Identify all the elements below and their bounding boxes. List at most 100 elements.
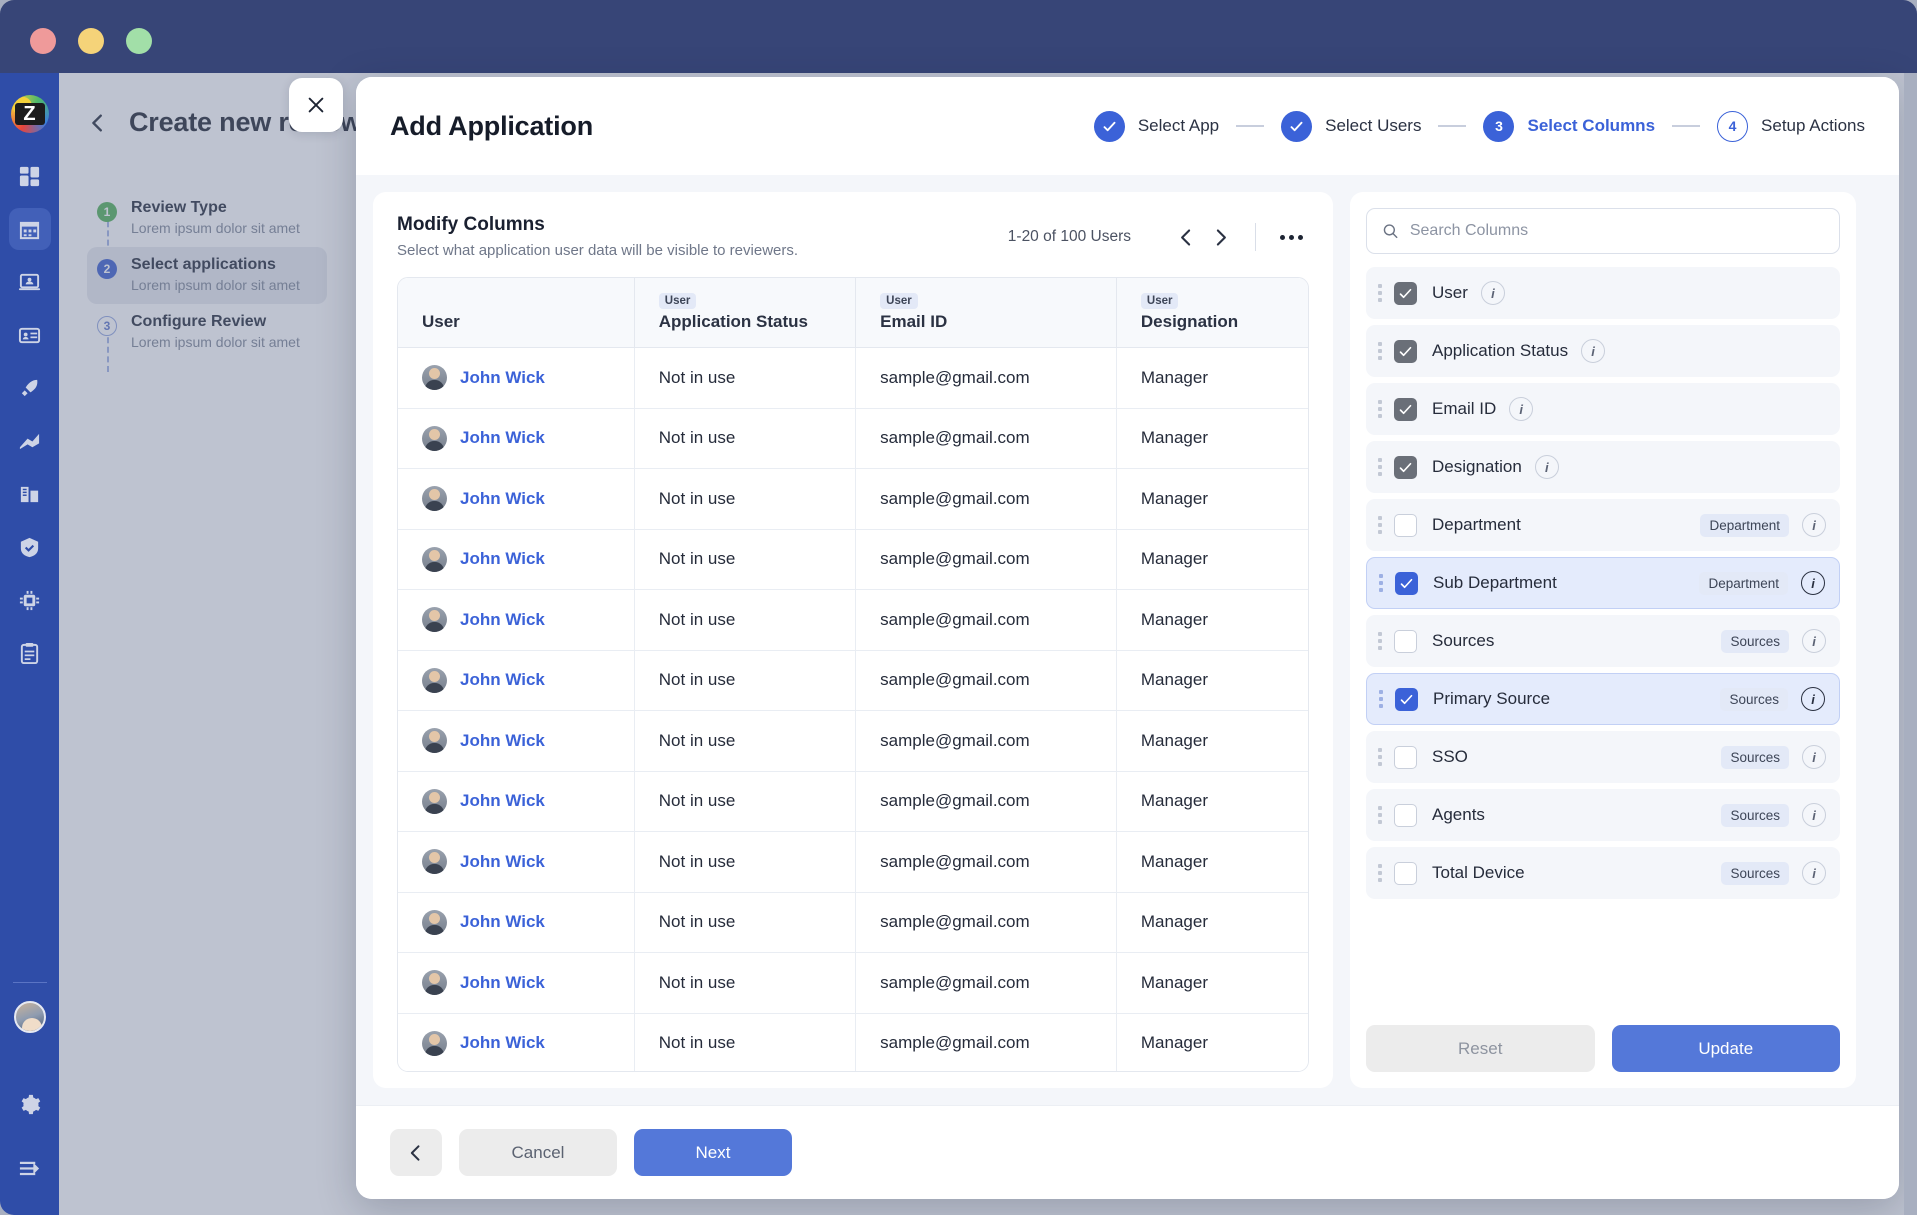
stepper-item-select-users[interactable]: Select Users — [1281, 110, 1421, 142]
cancel-button[interactable]: Cancel — [459, 1129, 617, 1176]
column-list-item[interactable]: Total Device Sources i — [1366, 847, 1840, 899]
info-icon[interactable]: i — [1581, 339, 1606, 363]
table-row[interactable]: John Wick Not in use sample@gmail.com Manag… — [398, 771, 1308, 832]
user-name-link[interactable]: John Wick — [460, 731, 545, 751]
column-checkbox[interactable] — [1394, 745, 1417, 769]
maximize-window-button[interactable] — [126, 28, 152, 54]
more-options-button[interactable] — [1274, 234, 1309, 240]
drag-handle-icon[interactable] — [1379, 690, 1383, 708]
column-list-item[interactable]: Sources Sources i — [1366, 615, 1840, 667]
info-icon[interactable]: i — [1534, 455, 1559, 479]
info-icon[interactable]: i — [1509, 397, 1534, 421]
info-icon[interactable]: i — [1802, 745, 1826, 769]
sidebar-item-organization[interactable] — [9, 473, 51, 515]
column-checkbox[interactable] — [1394, 397, 1417, 421]
user-name-link[interactable]: John Wick — [460, 973, 545, 993]
info-icon[interactable]: i — [1801, 687, 1825, 711]
minimize-window-button[interactable] — [78, 28, 104, 54]
column-checkbox[interactable] — [1395, 687, 1418, 711]
sidebar-item-reviews[interactable] — [9, 632, 51, 674]
search-columns-input[interactable] — [1409, 222, 1824, 240]
sidebar-item-launch[interactable] — [9, 367, 51, 409]
column-checkbox[interactable] — [1394, 803, 1417, 827]
table-row[interactable]: John Wick Not in use sample@gmail.com Manag… — [398, 710, 1308, 772]
reset-button[interactable]: Reset — [1366, 1025, 1595, 1072]
stepper-item-select-columns[interactable]: 3 Select Columns — [1483, 110, 1655, 142]
table-row[interactable]: John Wick Not in use sample@gmail.com Manag… — [398, 408, 1308, 469]
column-header-application-status[interactable]: User Application Status — [633, 278, 856, 348]
close-modal-button[interactable] — [289, 78, 343, 132]
user-name-link[interactable]: John Wick — [460, 1033, 545, 1053]
info-icon[interactable]: i — [1802, 513, 1826, 537]
drag-handle-icon[interactable] — [1378, 400, 1382, 418]
sidebar-item-automation[interactable] — [9, 420, 51, 462]
user-name-link[interactable]: John Wick — [460, 549, 545, 569]
user-name-link[interactable]: John Wick — [460, 791, 545, 811]
column-checkbox[interactable] — [1394, 513, 1417, 537]
table-row[interactable]: John Wick Not in use sample@gmail.com Manag… — [398, 650, 1308, 711]
stepper-item-select-app[interactable]: Select App — [1093, 110, 1219, 142]
search-columns-box[interactable] — [1366, 208, 1840, 254]
column-list[interactable]: User i Application Status i Email ID i Designa… — [1366, 267, 1840, 1011]
next-page-button[interactable] — [1203, 220, 1237, 254]
info-icon[interactable]: i — [1802, 629, 1826, 653]
avatar[interactable] — [13, 1001, 46, 1033]
column-list-item[interactable]: Email ID i — [1366, 383, 1840, 435]
column-checkbox[interactable] — [1394, 281, 1417, 305]
stepper-item-setup-actions[interactable]: 4 Setup Actions — [1717, 110, 1865, 142]
sidebar-item-dashboard[interactable] — [9, 155, 51, 197]
column-checkbox[interactable] — [1394, 339, 1417, 363]
user-name-link[interactable]: John Wick — [460, 852, 545, 872]
collapse-icon[interactable] — [9, 1147, 51, 1189]
column-checkbox[interactable] — [1395, 571, 1418, 595]
table-row[interactable]: John Wick Not in use sample@gmail.com Manag… — [398, 1013, 1308, 1071]
column-list-item[interactable]: Department Department i — [1366, 499, 1840, 551]
drag-handle-icon[interactable] — [1378, 458, 1382, 476]
column-list-item[interactable]: Designation i — [1366, 441, 1840, 493]
column-header-designation[interactable]: User Designation — [1115, 278, 1308, 348]
column-header-user[interactable]: User — [398, 278, 635, 348]
user-name-link[interactable]: John Wick — [460, 610, 545, 630]
table-row[interactable]: John Wick Not in use sample@gmail.com Manag… — [398, 952, 1308, 1014]
sidebar-item-security[interactable] — [9, 526, 51, 568]
drag-handle-icon[interactable] — [1378, 284, 1382, 302]
drag-handle-icon[interactable] — [1378, 806, 1382, 824]
table-row[interactable]: John Wick Not in use sample@gmail.com Manag… — [398, 892, 1308, 953]
close-window-button[interactable] — [30, 28, 56, 54]
drag-handle-icon[interactable] — [1378, 632, 1382, 650]
table-row[interactable]: John Wick Not in use sample@gmail.com Manag… — [398, 468, 1308, 530]
drag-handle-icon[interactable] — [1378, 516, 1382, 534]
column-checkbox[interactable] — [1394, 455, 1417, 479]
column-list-item[interactable]: Sub Department Department i — [1366, 557, 1840, 609]
table-row[interactable]: John Wick Not in use sample@gmail.com Manag… — [398, 529, 1308, 590]
table-row[interactable]: John Wick Not in use sample@gmail.com Manag… — [398, 589, 1308, 651]
info-icon[interactable]: i — [1801, 571, 1825, 595]
column-checkbox[interactable] — [1394, 629, 1417, 653]
info-icon[interactable]: i — [1480, 281, 1505, 305]
window-scrollbar[interactable] — [1904, 73, 1917, 1215]
sidebar-item-identity[interactable] — [9, 314, 51, 356]
column-list-item[interactable]: SSO Sources i — [1366, 731, 1840, 783]
app-logo[interactable] — [10, 95, 49, 133]
user-name-link[interactable]: John Wick — [460, 912, 545, 932]
column-header-email-id[interactable]: User Email ID — [855, 278, 1117, 348]
next-button[interactable]: Next — [634, 1129, 792, 1176]
drag-handle-icon[interactable] — [1379, 574, 1383, 592]
user-name-link[interactable]: John Wick — [460, 368, 545, 388]
column-list-item[interactable]: Agents Sources i — [1366, 789, 1840, 841]
column-list-item[interactable]: Application Status i — [1366, 325, 1840, 377]
drag-handle-icon[interactable] — [1378, 342, 1382, 360]
info-icon[interactable]: i — [1802, 803, 1826, 827]
footer-back-button[interactable] — [390, 1129, 442, 1176]
update-button[interactable]: Update — [1611, 1025, 1840, 1072]
user-name-link[interactable]: John Wick — [460, 670, 545, 690]
gear-icon[interactable] — [9, 1083, 51, 1125]
table-row[interactable]: John Wick Not in use sample@gmail.com Manag… — [398, 831, 1308, 893]
sidebar-item-integrations[interactable] — [9, 579, 51, 621]
user-name-link[interactable]: John Wick — [460, 428, 545, 448]
sidebar-item-calendar[interactable] — [8, 208, 51, 250]
column-list-item[interactable]: Primary Source Sources i — [1366, 673, 1840, 725]
prev-page-button[interactable] — [1169, 220, 1203, 254]
drag-handle-icon[interactable] — [1378, 864, 1382, 882]
table-row[interactable]: John Wick Not in use sample@gmail.com Manag… — [398, 347, 1308, 409]
